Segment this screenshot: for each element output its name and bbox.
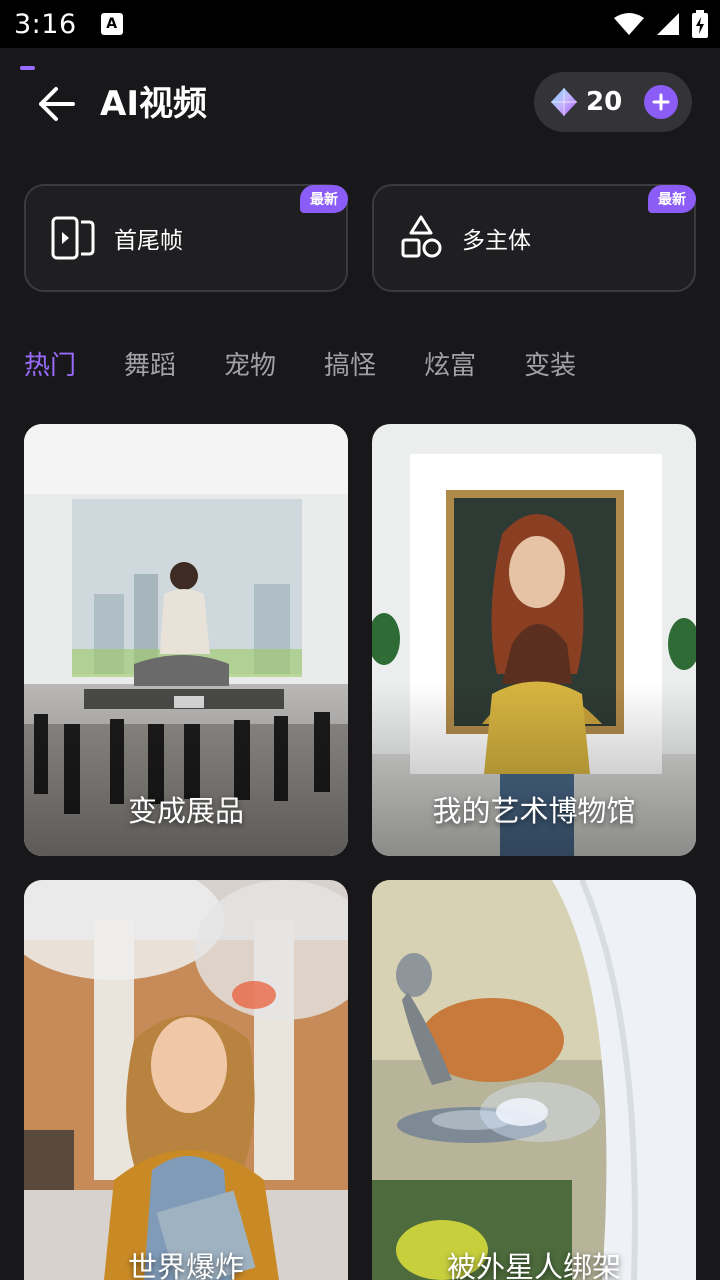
status-icons	[614, 10, 708, 38]
credits-pill[interactable]: 20	[534, 72, 692, 132]
card-shade	[24, 683, 348, 856]
header: AI视频 20	[0, 48, 720, 160]
new-badge: 最新	[300, 185, 348, 213]
page-title: AI视频	[100, 84, 207, 124]
card-title: 被外星人绑架	[446, 1250, 621, 1280]
template-card-alien-abduction[interactable]: 被外星人绑架	[372, 880, 696, 1280]
shapes-icon	[398, 215, 444, 261]
card-thumbnail	[24, 880, 348, 1280]
card-shade	[372, 683, 696, 856]
tab-flaunt[interactable]: 炫富	[424, 340, 476, 412]
feature-label: 多主体	[462, 228, 531, 254]
tab-pets[interactable]: 宠物	[224, 340, 276, 412]
template-card-world-explosion[interactable]: 世界爆炸	[24, 880, 348, 1280]
wifi-icon	[614, 13, 644, 35]
credits-count: 20	[586, 87, 623, 117]
diamond-icon	[551, 88, 577, 116]
app-screen: 3:16 A AI视频 20 首尾帧 最新 多主体 最新 热门 舞蹈 宠物 搞怪…	[0, 0, 720, 1280]
template-card-exhibit[interactable]: 变成展品	[24, 424, 348, 856]
tab-funny[interactable]: 搞怪	[324, 340, 376, 412]
card-title: 变成展品	[127, 794, 244, 828]
battery-icon	[692, 10, 708, 38]
card-title: 我的艺术博物馆	[432, 794, 636, 828]
add-credits-button[interactable]	[644, 85, 678, 119]
back-button[interactable]	[30, 82, 82, 126]
tab-hot[interactable]: 热门	[24, 340, 76, 412]
template-card-art-museum[interactable]: 我的艺术博物馆	[372, 424, 696, 856]
tab-dance[interactable]: 舞蹈	[124, 340, 176, 412]
arrow-left-icon	[39, 87, 75, 121]
feature-multi-subject[interactable]: 多主体 最新	[372, 184, 696, 292]
category-tabs: 热门 舞蹈 宠物 搞怪 炫富 变装	[24, 340, 624, 412]
active-tab-indicator	[20, 66, 35, 70]
signal-icon	[657, 13, 679, 35]
notification-icon: A	[100, 13, 123, 35]
plus-icon	[652, 93, 670, 111]
status-time: 3:16	[14, 8, 77, 40]
card-title: 世界爆炸	[127, 1250, 244, 1280]
feature-label: 首尾帧	[114, 228, 183, 254]
tab-transform[interactable]: 变装	[524, 340, 576, 412]
card-thumbnail	[372, 880, 696, 1280]
door-frame-icon	[50, 215, 96, 261]
new-badge: 最新	[648, 185, 696, 213]
status-bar: 3:16 A	[0, 0, 720, 48]
feature-first-last-frame[interactable]: 首尾帧 最新	[24, 184, 348, 292]
